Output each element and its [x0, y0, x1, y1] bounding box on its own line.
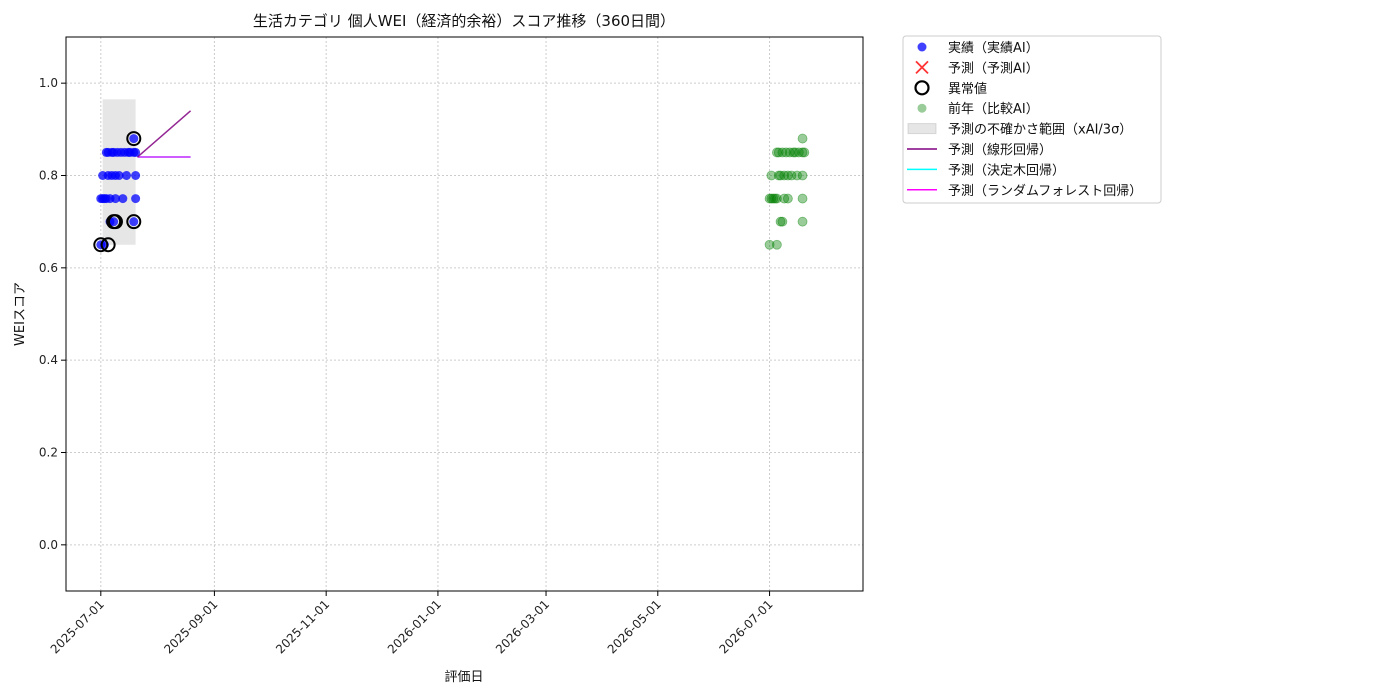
x-tick-label: 2025-11-01: [273, 597, 332, 656]
legend-label-forest: 予測（ランダムフォレスト回帰）: [948, 183, 1142, 199]
legend-label-linear: 予測（線形回帰）: [948, 142, 1052, 158]
y-tick-label: 0.8: [39, 169, 58, 183]
y-tick-label: 0.2: [39, 446, 58, 460]
x-tick-label: 2025-07-01: [48, 597, 107, 656]
x-tick-label: 2025-09-01: [161, 597, 220, 656]
legend: 実績（実績AI） 予測（予測AI） 異常値前年（比較AI） 予測の不確かさ範囲（xAI…: [902, 35, 1162, 204]
y-tick-label: 0.0: [39, 538, 58, 552]
prev-year-point: [797, 170, 808, 181]
grid: [66, 37, 863, 591]
x-tick-label: 2026-07-01: [716, 597, 775, 656]
linear-line: [136, 110, 192, 158]
actual-point: [129, 217, 139, 227]
legend-label-uncertainty: 予測の不確かさ範囲（xAI/3σ）: [948, 122, 1132, 138]
chart-title: 生活カテゴリ 個人WEI（経済的余裕）スコア推移（360日間）: [253, 12, 675, 30]
x-tick-label: 2026-03-01: [493, 597, 552, 656]
legend-marker-uncertainty: [907, 123, 937, 135]
prev-year-point: [782, 193, 793, 204]
y-axis-title: WEIスコア: [13, 282, 28, 346]
prev-year-point: [797, 216, 808, 227]
x-tick-label: 2026-01-01: [385, 597, 444, 656]
actual-point: [131, 194, 141, 204]
plot-frame: [65, 36, 864, 592]
y-tick-label: 1.0: [39, 76, 58, 90]
y-tick-label: 0.6: [39, 261, 58, 275]
axis-ticks: 2025-07-01 2025-09-01 2025-11-01 2026-01-01…: [39, 76, 776, 656]
legend-label-prev_year: 前年（比較AI）: [948, 101, 1039, 117]
legend-marker-prev_year: [917, 103, 927, 113]
actual-point: [131, 147, 141, 157]
x-axis-title: 評価日: [444, 670, 483, 685]
prev-year-point: [777, 216, 788, 227]
actual-point: [129, 134, 139, 144]
x-tick-label: 2026-05-01: [605, 597, 664, 656]
actual-point: [131, 171, 141, 180]
chart: 2025-07-01 2025-09-01 2025-11-01 2026-01-01…: [13, 12, 1162, 685]
actual-point: [118, 194, 128, 204]
legend-marker-actual: [917, 42, 927, 52]
legend-label-tree: 予測（決定木回帰）: [948, 162, 1065, 178]
regression-lines: [136, 110, 192, 158]
prev-year-point: [799, 147, 810, 158]
legend-label-actual: 実績（実績AI）: [948, 40, 1039, 56]
prev-year-point: [797, 193, 808, 204]
actual-point: [121, 171, 131, 180]
data-points: [93, 131, 810, 253]
legend-label-forecast: 予測（予測AI）: [948, 61, 1039, 76]
prev-year-point: [771, 239, 782, 250]
y-tick-label: 0.4: [39, 353, 58, 367]
prev-year-point: [797, 133, 808, 144]
legend-label-anomaly: 異常値: [948, 81, 987, 97]
